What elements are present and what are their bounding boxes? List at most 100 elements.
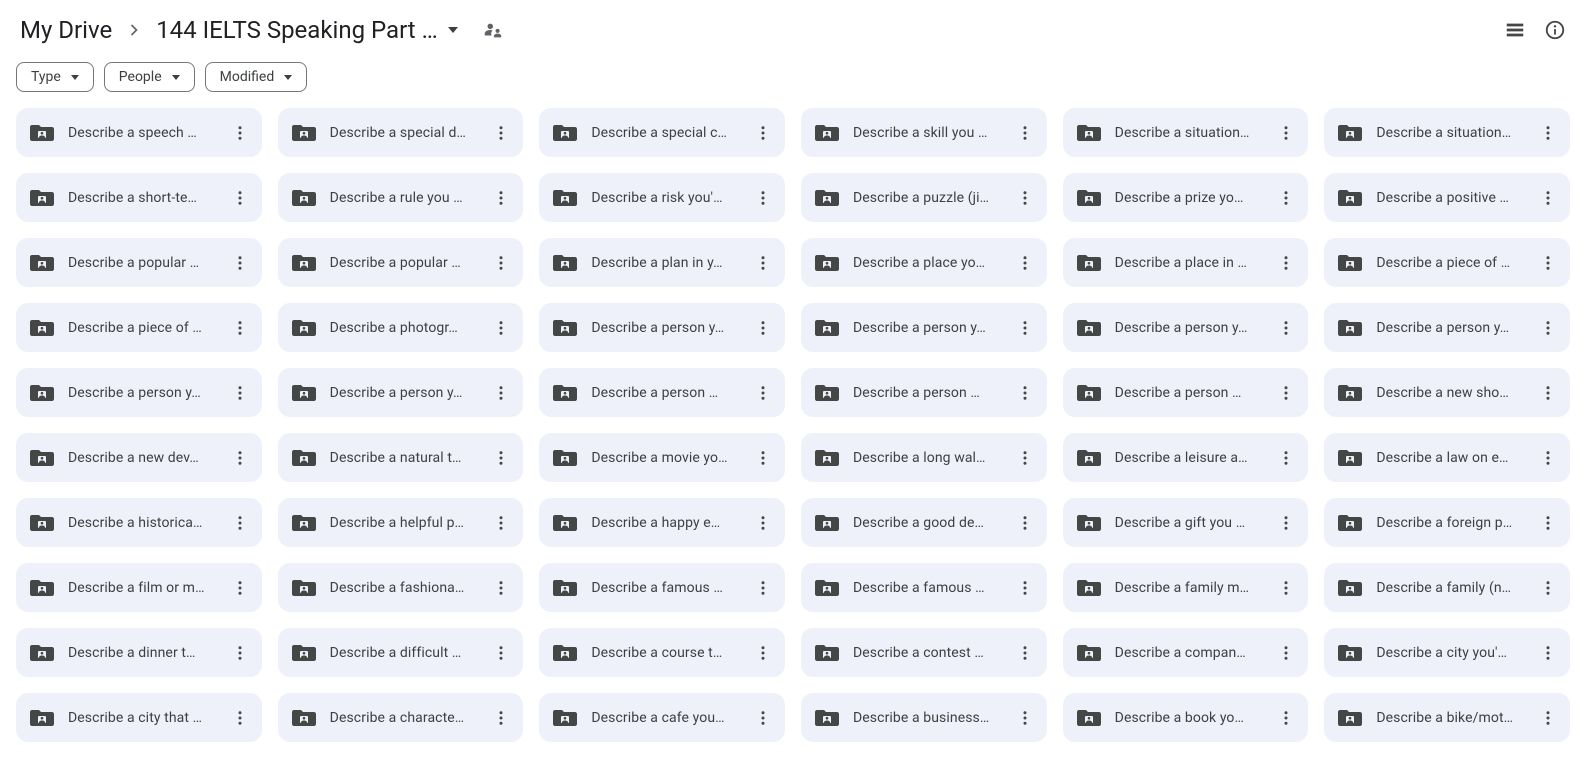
info-icon[interactable] [1544, 19, 1566, 41]
folder-card[interactable]: Describe a person y… [539, 303, 785, 352]
folder-card[interactable]: Describe a historica… [16, 498, 262, 547]
folder-card[interactable]: Describe a person y… [16, 368, 262, 417]
more-actions-button[interactable] [1532, 312, 1564, 344]
more-actions-button[interactable] [1270, 247, 1302, 279]
more-actions-button[interactable] [224, 182, 256, 214]
more-actions-button[interactable] [224, 247, 256, 279]
folder-card[interactable]: Describe a natural t… [278, 433, 524, 482]
folder-card[interactable]: Describe a rule you … [278, 173, 524, 222]
more-actions-button[interactable] [1270, 702, 1302, 734]
more-actions-button[interactable] [485, 182, 517, 214]
folder-card[interactable]: Describe a skill you … [801, 108, 1047, 157]
more-actions-button[interactable] [485, 377, 517, 409]
folder-card[interactable]: Describe a gift you … [1063, 498, 1309, 547]
folder-card[interactable]: Describe a bike/mot… [1324, 693, 1570, 742]
folder-card[interactable]: Describe a famous … [539, 563, 785, 612]
more-actions-button[interactable] [747, 117, 779, 149]
folder-card[interactable]: Describe a new dev… [16, 433, 262, 482]
folder-card[interactable]: Describe a characte… [278, 693, 524, 742]
more-actions-button[interactable] [1270, 312, 1302, 344]
more-actions-button[interactable] [747, 377, 779, 409]
folder-card[interactable]: Describe a person y… [278, 368, 524, 417]
folder-card[interactable]: Describe a person y… [801, 303, 1047, 352]
folder-card[interactable]: Describe a popular … [16, 238, 262, 287]
more-actions-button[interactable] [1009, 247, 1041, 279]
more-actions-button[interactable] [485, 702, 517, 734]
folder-card[interactable]: Describe a situation… [1324, 108, 1570, 157]
more-actions-button[interactable] [747, 572, 779, 604]
folder-card[interactable]: Describe a short-te… [16, 173, 262, 222]
filter-chip-modified[interactable]: Modified [205, 62, 308, 92]
folder-card[interactable]: Describe a course t… [539, 628, 785, 677]
more-actions-button[interactable] [1009, 507, 1041, 539]
more-actions-button[interactable] [485, 572, 517, 604]
folder-card[interactable]: Describe a famous … [801, 563, 1047, 612]
folder-card[interactable]: Describe a person … [539, 368, 785, 417]
more-actions-button[interactable] [1270, 442, 1302, 474]
more-actions-button[interactable] [1532, 117, 1564, 149]
breadcrumb-current[interactable]: 144 IELTS Speaking Part … [152, 14, 461, 46]
more-actions-button[interactable] [1532, 182, 1564, 214]
folder-card[interactable]: Describe a place in … [1063, 238, 1309, 287]
more-actions-button[interactable] [1009, 312, 1041, 344]
more-actions-button[interactable] [747, 637, 779, 669]
more-actions-button[interactable] [1270, 637, 1302, 669]
more-actions-button[interactable] [224, 442, 256, 474]
more-actions-button[interactable] [747, 247, 779, 279]
folder-card[interactable]: Describe a book yo… [1063, 693, 1309, 742]
more-actions-button[interactable] [224, 572, 256, 604]
more-actions-button[interactable] [485, 637, 517, 669]
folder-card[interactable]: Describe a special c… [539, 108, 785, 157]
folder-card[interactable]: Describe a family m… [1063, 563, 1309, 612]
more-actions-button[interactable] [747, 702, 779, 734]
more-actions-button[interactable] [1270, 377, 1302, 409]
more-actions-button[interactable] [1009, 377, 1041, 409]
folder-card[interactable]: Describe a law on e… [1324, 433, 1570, 482]
more-actions-button[interactable] [224, 702, 256, 734]
folder-card[interactable]: Describe a piece of … [1324, 238, 1570, 287]
more-actions-button[interactable] [1270, 507, 1302, 539]
folder-card[interactable]: Describe a city you'… [1324, 628, 1570, 677]
more-actions-button[interactable] [1532, 637, 1564, 669]
folder-card[interactable]: Describe a puzzle (ji… [801, 173, 1047, 222]
folder-card[interactable]: Describe a compan… [1063, 628, 1309, 677]
more-actions-button[interactable] [224, 117, 256, 149]
list-view-icon[interactable] [1504, 19, 1526, 41]
folder-card[interactable]: Describe a person … [1063, 368, 1309, 417]
folder-card[interactable]: Describe a place yo… [801, 238, 1047, 287]
folder-card[interactable]: Describe a fashiona… [278, 563, 524, 612]
folder-card[interactable]: Describe a contest … [801, 628, 1047, 677]
folder-card[interactable]: Describe a positive … [1324, 173, 1570, 222]
folder-card[interactable]: Describe a difficult … [278, 628, 524, 677]
more-actions-button[interactable] [1009, 637, 1041, 669]
more-actions-button[interactable] [1009, 182, 1041, 214]
folder-card[interactable]: Describe a cafe you… [539, 693, 785, 742]
more-actions-button[interactable] [1270, 182, 1302, 214]
folder-card[interactable]: Describe a special d… [278, 108, 524, 157]
more-actions-button[interactable] [1532, 702, 1564, 734]
folder-card[interactable]: Describe a risk you'… [539, 173, 785, 222]
folder-card[interactable]: Describe a foreign p… [1324, 498, 1570, 547]
more-actions-button[interactable] [485, 442, 517, 474]
folder-card[interactable]: Describe a plan in y… [539, 238, 785, 287]
folder-card[interactable]: Describe a family (n… [1324, 563, 1570, 612]
share-icon[interactable] [482, 19, 504, 41]
breadcrumb-root[interactable]: My Drive [16, 14, 116, 46]
folder-card[interactable]: Describe a movie yo… [539, 433, 785, 482]
folder-card[interactable]: Describe a film or m… [16, 563, 262, 612]
folder-card[interactable]: Describe a good de… [801, 498, 1047, 547]
more-actions-button[interactable] [224, 312, 256, 344]
folder-card[interactable]: Describe a new sho… [1324, 368, 1570, 417]
filter-chip-type[interactable]: Type [16, 62, 94, 92]
more-actions-button[interactable] [747, 442, 779, 474]
more-actions-button[interactable] [224, 377, 256, 409]
more-actions-button[interactable] [1009, 442, 1041, 474]
filter-chip-people[interactable]: People [104, 62, 195, 92]
more-actions-button[interactable] [1532, 377, 1564, 409]
folder-card[interactable]: Describe a situation… [1063, 108, 1309, 157]
more-actions-button[interactable] [485, 117, 517, 149]
folder-card[interactable]: Describe a popular … [278, 238, 524, 287]
folder-card[interactable]: Describe a speech … [16, 108, 262, 157]
more-actions-button[interactable] [1532, 507, 1564, 539]
more-actions-button[interactable] [747, 182, 779, 214]
